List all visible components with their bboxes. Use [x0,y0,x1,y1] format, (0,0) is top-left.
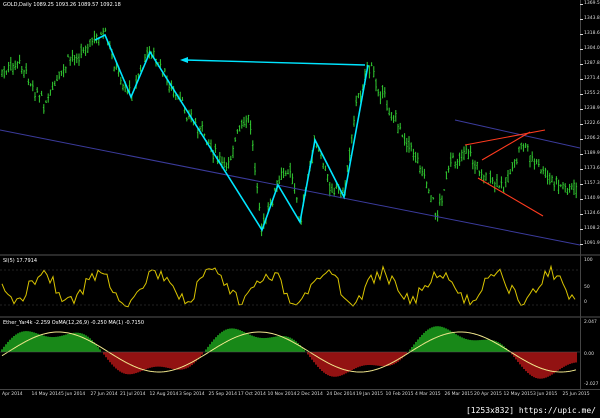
date-label: 25 Jun 2015 [562,392,590,397]
wedge-inner-line [481,131,531,161]
price-tick-mark [580,229,583,230]
date-label: 24 Dec 2014 [326,392,356,397]
date-label: 19 Jan 2015 [356,392,383,397]
trend-channel-lower [0,129,580,246]
price-tick-mark [580,109,583,110]
date-label: 12 May 2015 [503,392,533,397]
price-tick-label: 1157.3 [584,181,600,186]
price-tick-label: 1304.0 [584,46,600,51]
price-tick-label: 1173.6 [584,166,600,171]
date-label: 4 Mar 2015 [415,392,441,397]
price-tick-mark [580,94,583,95]
si-tick-label: 50 [584,285,590,290]
price-tick-mark [580,124,583,125]
date-label: 20 Apr 2015 [474,392,502,397]
price-tick-mark [580,19,583,20]
price-tick-label: 1222.6 [584,121,600,126]
price-tick-mark [580,79,583,80]
price-tick-label: 1140.9 [584,196,600,201]
price-tick-label: 1238.9 [584,106,600,111]
date-label: 10 Nov 2014 [267,392,297,397]
date-label: 5 Jun 2014 [61,392,86,397]
time-axis[interactable]: Apr 2014 14 May 2014 5 Jun 2014 27 Jun 2014… [0,389,600,402]
price-tick-label: 1271.4 [584,76,600,81]
si-tick-label: 100 [584,258,593,263]
price-tick-label: 1369.5 [584,1,600,6]
price-tick-mark [580,154,583,155]
price-tick-mark [580,4,583,5]
date-label: 3 Jun 2015 [533,392,558,397]
price-tick-label: 1108.2 [584,226,600,231]
price-tick-mark [580,169,583,170]
date-label: 10 Feb 2015 [385,392,414,397]
osma-tick-label: 2.047 [584,320,597,325]
price-tick-mark [580,199,583,200]
price-tick-label: 1343.8 [584,16,600,21]
price-tick-mark [580,34,583,35]
date-label: 17 Oct 2014 [238,392,266,397]
date-label: 3 Sep 2014 [179,392,205,397]
price-tick-mark [580,214,583,215]
watermark: [1253x832] https://upic.me/ [463,405,598,416]
date-label: 25 Sep 2014 [208,392,238,397]
price-tick-mark [580,49,583,50]
date-label: 27 Jun 2014 [90,392,118,397]
price-tick-mark [580,184,583,185]
date-label: 14 May 2014 [31,392,61,397]
price-tick-label: 1287.8 [584,61,600,66]
price-tick-mark [580,64,583,65]
chart-canvas[interactable] [0,0,580,390]
si-tick-label: 0 [584,300,587,305]
date-label: 21 Jul 2014 [120,392,146,397]
price-tick-label: 1189.9 [584,151,600,156]
price-tick-mark [580,244,583,245]
osma-tick-label: 0.00 [584,352,595,357]
neckline-arrow [184,59,366,66]
price-tick-label: 1206.2 [584,136,600,141]
price-tick-mark [580,139,583,140]
arrow-head-icon [180,57,188,63]
price-tick-label: 1255.2 [584,91,600,96]
price-scale[interactable] [580,0,600,390]
wedge-lower-line [477,177,544,217]
date-label: Apr 2014 [2,392,23,397]
price-tick-label: 1318.6 [584,31,600,36]
price-tick-label: 1124.6 [584,211,600,216]
date-label: 26 Mar 2015 [444,392,474,397]
date-label: 2 Dec 2014 [297,392,323,397]
si-oscillator-line [1,264,576,308]
date-label: 12 Aug 2014 [149,392,179,397]
osma-tick-label: -2.027 [584,382,599,387]
price-tick-label: 1091.9 [584,241,600,246]
